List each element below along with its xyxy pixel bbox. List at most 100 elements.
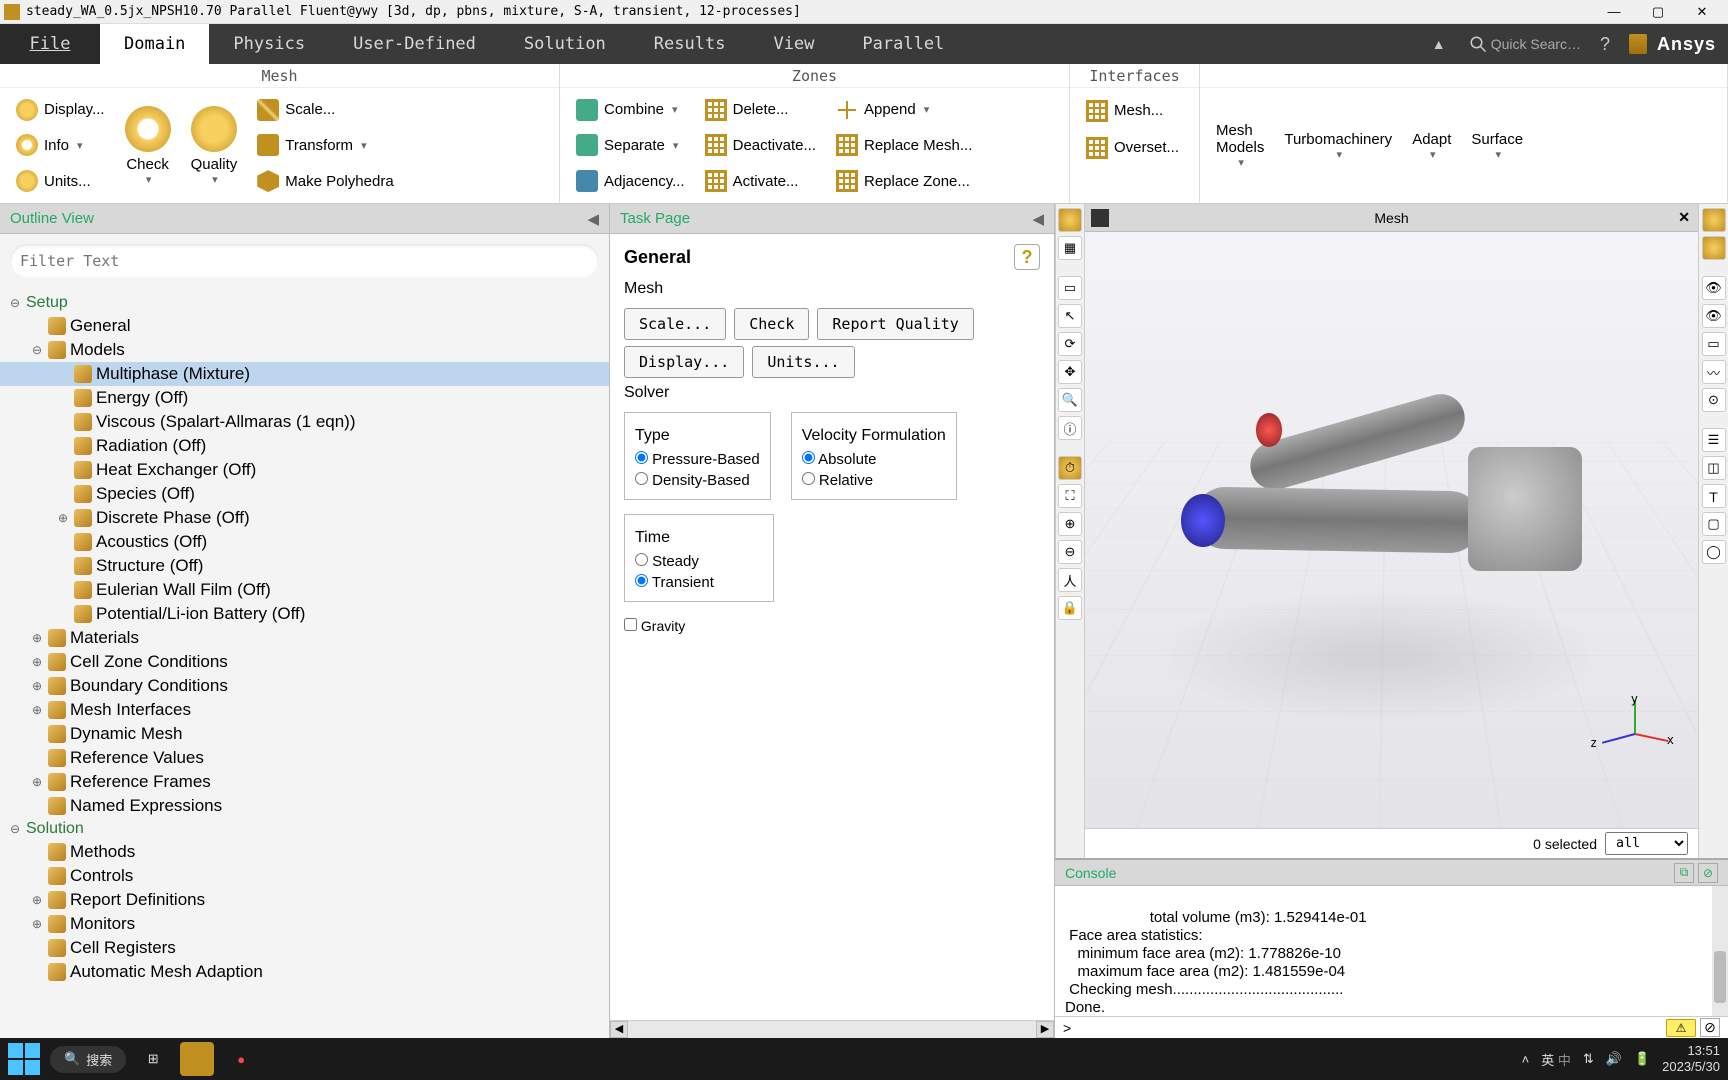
- rtool-box-icon[interactable]: ▭: [1702, 332, 1726, 356]
- rtool-2-icon[interactable]: [1702, 236, 1726, 260]
- rtool-point-icon[interactable]: ⊙: [1702, 388, 1726, 412]
- ribbon-adjacency[interactable]: Adjacency...: [572, 168, 689, 194]
- tree-node-monitors[interactable]: ⊕Monitors: [0, 912, 609, 936]
- taskpage-collapse-icon[interactable]: ◀: [1032, 210, 1044, 228]
- tree-node-reference-frames[interactable]: ⊕Reference Frames: [0, 770, 609, 794]
- vtool-info-icon[interactable]: ⓘ: [1058, 416, 1082, 440]
- tree-node-cell-zone-conditions[interactable]: ⊕Cell Zone Conditions: [0, 650, 609, 674]
- vtool-zoomin-icon[interactable]: ⊕: [1058, 512, 1082, 536]
- ribbon-units[interactable]: Units...: [12, 168, 109, 194]
- ribbon-mesh-models[interactable]: Mesh Models▾: [1206, 118, 1274, 173]
- tree-expand-icon[interactable]: ⊕: [30, 655, 44, 669]
- vtool-arrow-icon[interactable]: ↖: [1058, 304, 1082, 328]
- tree-node-general[interactable]: General: [0, 314, 609, 338]
- ribbon-deactivate[interactable]: Deactivate...: [701, 132, 820, 158]
- tree-node-cell-registers[interactable]: Cell Registers: [0, 936, 609, 960]
- ribbon-turbomachinery[interactable]: Turbomachinery▾: [1274, 127, 1402, 165]
- btn-units[interactable]: Units...: [752, 346, 854, 378]
- menu-domain[interactable]: Domain: [100, 24, 209, 64]
- ribbon-polyhedra[interactable]: Make Polyhedra: [253, 168, 397, 194]
- tree-expand-icon[interactable]: ⊕: [30, 917, 44, 931]
- tray-volume-icon[interactable]: 🔊: [1606, 1051, 1622, 1067]
- ribbon-check[interactable]: Check▾: [115, 92, 181, 199]
- quick-search[interactable]: Quick Searc…: [1469, 35, 1581, 53]
- tree-expand-icon[interactable]: ⊕: [30, 679, 44, 693]
- opt-steady[interactable]: Steady: [635, 551, 763, 572]
- tree-node-potential-li-ion-battery-off[interactable]: Potential/Li-ion Battery (Off): [0, 602, 609, 626]
- ribbon-display[interactable]: Display...: [12, 97, 109, 123]
- menu-physics[interactable]: Physics: [209, 24, 329, 64]
- vtool-lock-icon[interactable]: 🔒: [1058, 596, 1082, 620]
- tree-node-reference-values[interactable]: Reference Values: [0, 746, 609, 770]
- tree-node-heat-exchanger-off[interactable]: Heat Exchanger (Off): [0, 458, 609, 482]
- opt-absolute[interactable]: Absolute: [802, 449, 946, 470]
- vtool-zoom-icon[interactable]: 🔍: [1058, 388, 1082, 412]
- taskpage-help-icon[interactable]: ?: [1014, 244, 1040, 270]
- tree-node-radiation-off[interactable]: Radiation (Off): [0, 434, 609, 458]
- ribbon-combine[interactable]: Combine▾: [572, 97, 689, 123]
- outline-collapse-icon[interactable]: ◀: [587, 210, 599, 228]
- console-scrollbar[interactable]: [1712, 886, 1728, 1016]
- menu-results[interactable]: Results: [630, 24, 750, 64]
- tree-node-viscous-spalart-allmaras-1-eqn[interactable]: Viscous (Spalart-Allmaras (1 eqn)): [0, 410, 609, 434]
- tree-expand-icon[interactable]: ⊕: [30, 775, 44, 789]
- menu-expand-icon[interactable]: ▲: [1419, 36, 1459, 52]
- ribbon-info[interactable]: Info▾: [12, 132, 109, 158]
- menu-file[interactable]: File: [0, 24, 100, 64]
- opt-relative[interactable]: Relative: [802, 470, 946, 491]
- rtool-curve-icon[interactable]: 〰: [1702, 360, 1726, 384]
- tree-expand-icon[interactable]: ⊖: [30, 343, 44, 357]
- gravity-checkbox[interactable]: Gravity: [624, 618, 685, 634]
- tree-node-multiphase-mixture[interactable]: Multiphase (Mixture): [0, 362, 609, 386]
- vtool-pan-icon[interactable]: ✥: [1058, 360, 1082, 384]
- ribbon-transform[interactable]: Transform▾: [253, 132, 397, 158]
- vtool-zoomout-icon[interactable]: ⊖: [1058, 540, 1082, 564]
- ribbon-adapt[interactable]: Adapt▾: [1402, 127, 1461, 165]
- tree-node-solution[interactable]: ⊖Solution: [0, 818, 609, 840]
- vtool-select-icon[interactable]: ▭: [1058, 276, 1082, 300]
- outline-filter-input[interactable]: [10, 244, 599, 278]
- rtool-highlight2-icon[interactable]: 👁: [1702, 304, 1726, 328]
- rtool-1-icon[interactable]: [1702, 208, 1726, 232]
- tree-node-eulerian-wall-film-off[interactable]: Eulerian Wall Film (Off): [0, 578, 609, 602]
- tree-expand-icon[interactable]: ⊕: [30, 703, 44, 717]
- console-prompt[interactable]: > ⚠ ⊘: [1055, 1016, 1728, 1038]
- vtool-timer-icon[interactable]: ⏱: [1058, 456, 1082, 480]
- console-warning-icon[interactable]: ⚠: [1666, 1019, 1696, 1037]
- tree-expand-icon[interactable]: ⊕: [30, 893, 44, 907]
- tree-node-named-expressions[interactable]: Named Expressions: [0, 794, 609, 818]
- ribbon-activate[interactable]: Activate...: [701, 168, 820, 194]
- taskbar-app-record[interactable]: ●: [224, 1042, 258, 1076]
- tree-node-dynamic-mesh[interactable]: Dynamic Mesh: [0, 722, 609, 746]
- viewport-close-icon[interactable]: ✕: [1678, 209, 1690, 226]
- help-icon[interactable]: ?: [1591, 34, 1619, 55]
- tree-expand-icon[interactable]: ⊕: [30, 631, 44, 645]
- ribbon-replace-mesh[interactable]: Replace Mesh...: [832, 132, 976, 158]
- outline-tree[interactable]: ⊖SetupGeneral⊖ModelsMultiphase (Mixture)…: [0, 288, 609, 1038]
- tree-expand-icon[interactable]: ⊖: [8, 296, 22, 310]
- menu-parallel[interactable]: Parallel: [838, 24, 968, 64]
- tray-clock[interactable]: 13:51 2023/5/30: [1662, 1043, 1720, 1074]
- rtool-split-icon[interactable]: ◫: [1702, 456, 1726, 480]
- tree-node-structure-off[interactable]: Structure (Off): [0, 554, 609, 578]
- ribbon-replace-zone[interactable]: Replace Zone...: [832, 168, 976, 194]
- ribbon-surface[interactable]: Surface▾: [1461, 127, 1533, 165]
- tree-node-report-definitions[interactable]: ⊕Report Definitions: [0, 888, 609, 912]
- tree-node-species-off[interactable]: Species (Off): [0, 482, 609, 506]
- ribbon-scale[interactable]: Scale...: [253, 97, 397, 123]
- taskbar-search[interactable]: 🔍 搜索: [50, 1046, 126, 1073]
- tree-expand-icon[interactable]: ⊕: [56, 511, 70, 525]
- rtool-circle-icon[interactable]: ◯: [1702, 540, 1726, 564]
- ribbon-quality[interactable]: Quality▾: [181, 92, 248, 199]
- menu-view[interactable]: View: [749, 24, 838, 64]
- start-button[interactable]: [8, 1043, 40, 1075]
- vtool-view-icon[interactable]: ▦: [1058, 236, 1082, 260]
- menu-user-defined[interactable]: User-Defined: [329, 24, 500, 64]
- tree-node-mesh-interfaces[interactable]: ⊕Mesh Interfaces: [0, 698, 609, 722]
- btn-scale[interactable]: Scale...: [624, 308, 726, 340]
- ribbon-delete[interactable]: Delete...: [701, 97, 820, 123]
- tree-expand-icon[interactable]: ⊖: [8, 822, 22, 836]
- tree-node-materials[interactable]: ⊕Materials: [0, 626, 609, 650]
- task-view-icon[interactable]: ⊞: [136, 1042, 170, 1076]
- ribbon-append[interactable]: Append▾: [832, 97, 976, 123]
